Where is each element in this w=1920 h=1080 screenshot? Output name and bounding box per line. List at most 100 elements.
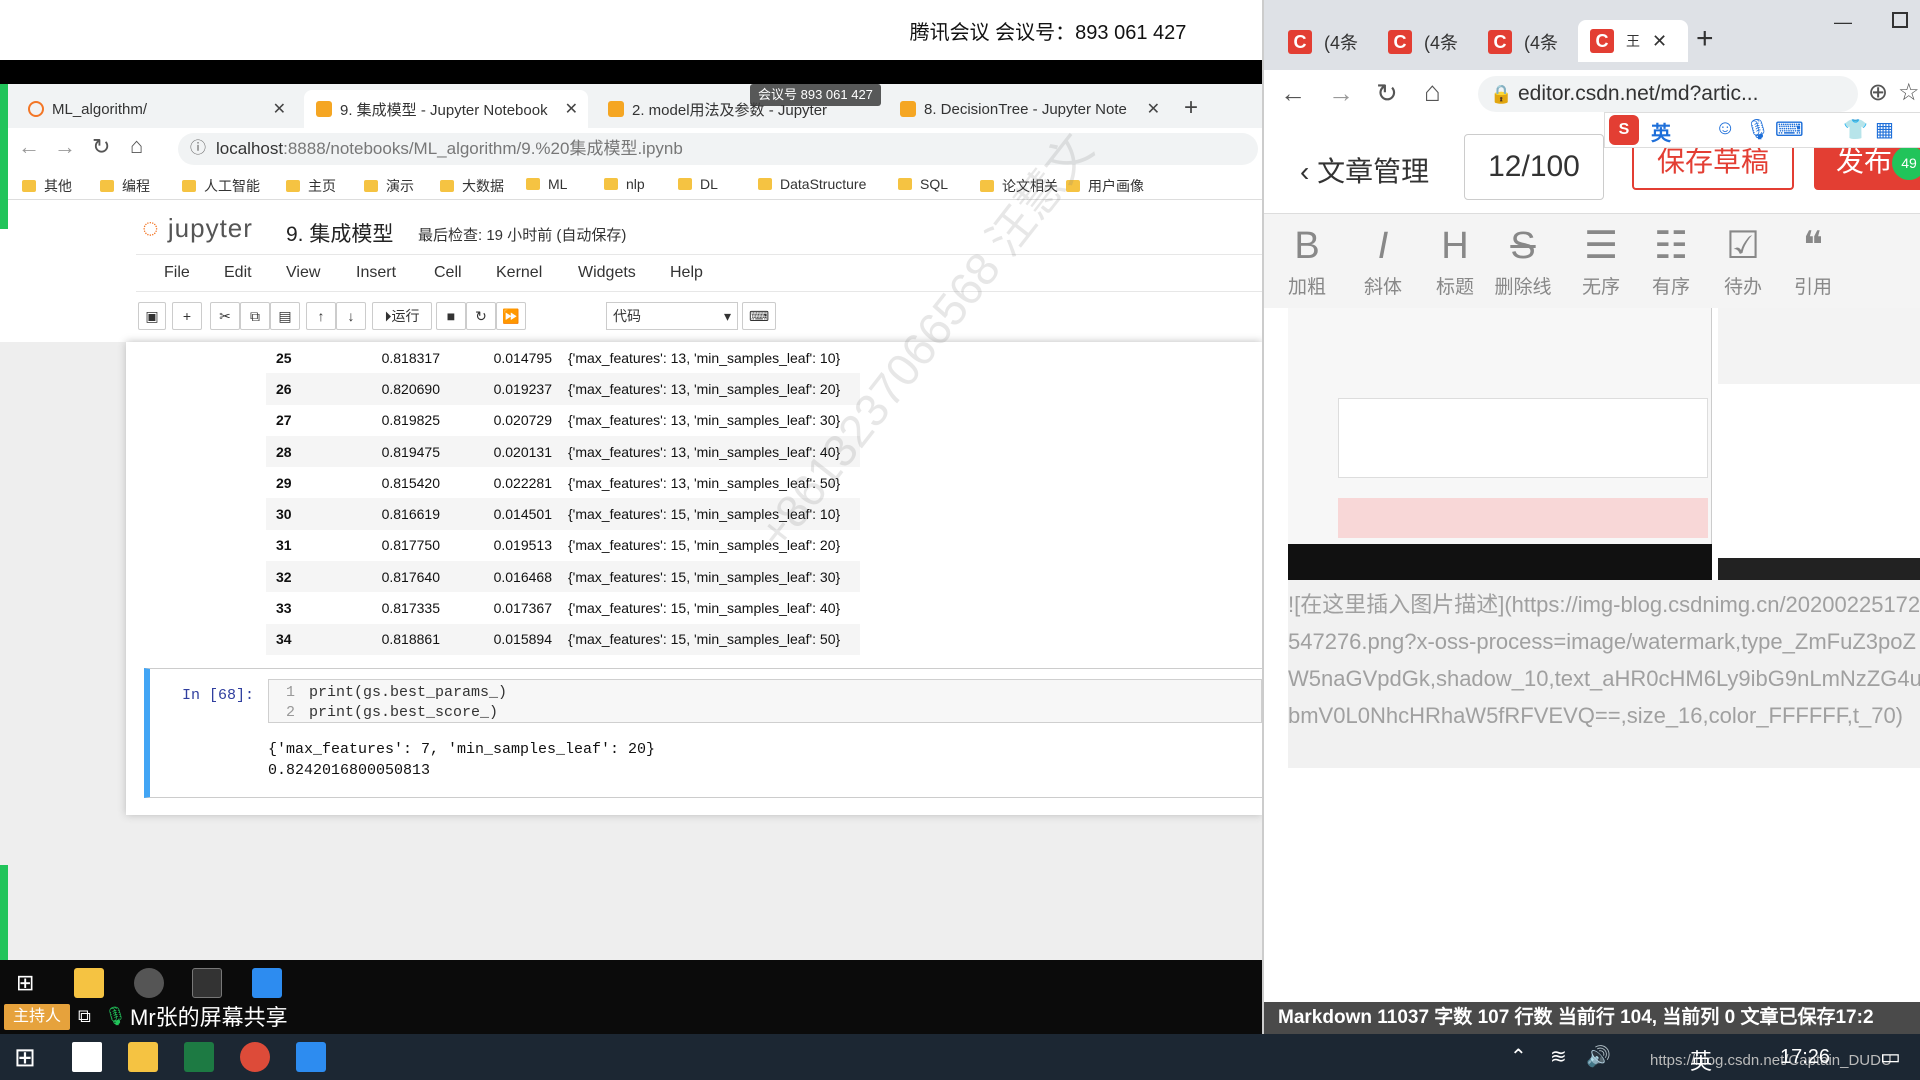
heading-button[interactable]: H 标题 xyxy=(1420,224,1490,299)
menu-view[interactable]: View xyxy=(286,264,320,282)
clock[interactable]: 17:26 xyxy=(1780,1046,1830,1069)
cell-idx: 33 xyxy=(276,600,292,617)
tab-csdn-editor[interactable]: C 王 ✕ xyxy=(1578,20,1688,62)
new-tab-button[interactable]: + xyxy=(1184,94,1198,122)
tencent-meeting-icon[interactable] xyxy=(296,1042,326,1072)
run-button[interactable]: ⏵ 运行 xyxy=(372,302,432,330)
skin-icon[interactable]: 👕 xyxy=(1843,117,1868,142)
markdown-text[interactable]: ![在这里插入图片描述](https://img-blog.csdnimg.cn… xyxy=(1288,586,1920,734)
notebook-title[interactable]: 9. 集成模型 xyxy=(286,218,393,248)
bookmark-item[interactable]: 演示 xyxy=(364,176,414,196)
voice-icon[interactable]: 🎙 xyxy=(1745,117,1770,142)
save-icon[interactable]: ▣ xyxy=(138,302,166,330)
tencent-meeting-icon[interactable] xyxy=(252,968,282,998)
notification-icon[interactable]: ▭ xyxy=(1880,1044,1901,1070)
bookmark-item[interactable]: 大数据 xyxy=(440,176,504,196)
menu-help[interactable]: Help xyxy=(670,264,703,282)
move-down-icon[interactable]: ↓ xyxy=(336,302,366,330)
menu-kernel[interactable]: Kernel xyxy=(496,264,542,282)
unordered-list-button[interactable]: ☰ 无序 xyxy=(1566,224,1636,299)
code-cell[interactable]: In [68]: 1 print(gs.best_params_) 2 prin… xyxy=(144,668,1262,798)
home-icon[interactable]: ⌂ xyxy=(130,133,143,159)
forward-icon[interactable]: → xyxy=(54,134,76,160)
menu-file[interactable]: File xyxy=(164,264,190,282)
mail-icon[interactable] xyxy=(72,1042,102,1072)
bookmark-item[interactable]: 主页 xyxy=(286,176,336,196)
tab-csdn-2[interactable]: C (4条 xyxy=(1388,24,1458,60)
bookmark-item[interactable]: 编程 xyxy=(100,176,150,196)
keyboard-icon[interactable]: ⌨ xyxy=(1775,117,1804,142)
bookmark-item[interactable]: 人工智能 xyxy=(182,176,260,196)
minimize-icon[interactable]: — xyxy=(1834,12,1852,33)
menu-cell[interactable]: Cell xyxy=(434,264,462,282)
bookmark-item[interactable]: DL xyxy=(678,176,718,192)
close-icon[interactable]: ✕ xyxy=(273,99,286,119)
menu-insert[interactable]: Insert xyxy=(356,264,396,282)
code-editor[interactable]: 1 print(gs.best_params_) 2 print(gs.best… xyxy=(268,679,1262,723)
new-tab-button[interactable]: + xyxy=(1696,22,1714,56)
close-icon[interactable]: ✕ xyxy=(565,99,578,119)
bold-button[interactable]: B 加粗 xyxy=(1272,224,1342,299)
reload-icon[interactable]: ↻ xyxy=(92,134,110,160)
ime-language[interactable]: 英 xyxy=(1651,117,1671,146)
strikethrough-button[interactable]: S 删除线 xyxy=(1488,224,1558,299)
chrome-icon[interactable] xyxy=(134,968,164,998)
zoom-icon[interactable]: ⊕ xyxy=(1868,78,1888,107)
back-icon[interactable]: ← xyxy=(18,134,40,160)
copy-icon[interactable]: ⧉ xyxy=(240,302,270,330)
tab-csdn-3[interactable]: C (4条 xyxy=(1488,24,1558,60)
terminal-icon[interactable] xyxy=(192,968,222,998)
close-icon[interactable]: ✕ xyxy=(1147,99,1160,119)
bookmark-item[interactable]: SQL xyxy=(898,176,948,192)
forward-icon[interactable]: → xyxy=(1328,78,1354,109)
file-explorer-icon[interactable] xyxy=(128,1042,158,1072)
tab-ml-algorithm[interactable]: ML_algorithm/ ✕ xyxy=(16,90,296,128)
screen-share-icon: ⧉ xyxy=(78,1006,91,1026)
star-icon[interactable]: ☆ xyxy=(1898,78,1920,107)
todo-button[interactable]: ☑ 待办 xyxy=(1708,224,1778,299)
tab-ensemble-notebook[interactable]: 9. 集成模型 - Jupyter Notebook ✕ xyxy=(304,90,588,128)
volume-icon[interactable]: 🔊 xyxy=(1586,1044,1611,1069)
quote-button[interactable]: ❝ 引用 xyxy=(1778,224,1848,299)
keyboard-icon[interactable]: ⌨ xyxy=(742,302,776,330)
stop-icon[interactable]: ■ xyxy=(436,302,466,330)
address-bar[interactable]: 🔒 editor.csdn.net/md?artic... xyxy=(1478,76,1858,112)
emoji-icon[interactable]: ☺ xyxy=(1715,117,1735,140)
taskbar-ime[interactable]: 英 xyxy=(1690,1044,1712,1076)
wifi-icon[interactable]: ≋ xyxy=(1550,1044,1567,1069)
bookmark-item[interactable]: nlp xyxy=(604,176,645,192)
tab-decision-tree[interactable]: 8. DecisionTree - Jupyter Note ✕ xyxy=(888,90,1170,128)
home-icon[interactable]: ⌂ xyxy=(1424,76,1441,108)
excel-icon[interactable] xyxy=(184,1042,214,1072)
back-icon[interactable]: ← xyxy=(1280,78,1306,109)
menu-widgets[interactable]: Widgets xyxy=(578,264,636,282)
article-manage-link[interactable]: ‹ 文章管理 xyxy=(1300,150,1429,190)
menu-edit[interactable]: Edit xyxy=(224,264,252,282)
grid-icon[interactable]: ▦ xyxy=(1875,117,1894,142)
bookmark-item[interactable]: 其他 xyxy=(22,176,72,196)
windows-start-icon[interactable]: ⊞ xyxy=(16,970,34,996)
sogou-icon[interactable]: S xyxy=(1609,115,1639,145)
paste-icon[interactable]: ▤ xyxy=(270,302,300,330)
reload-icon[interactable]: ↻ xyxy=(1376,78,1398,109)
maximize-icon[interactable] xyxy=(1892,12,1908,28)
ordered-list-button[interactable]: ☷ 有序 xyxy=(1636,224,1706,299)
move-up-icon[interactable]: ↑ xyxy=(306,302,336,330)
jupyter-logo[interactable]: ◌ jupyter xyxy=(142,212,253,244)
bookmark-item[interactable]: DataStructure xyxy=(758,176,866,192)
bookmark-item[interactable]: ML xyxy=(526,176,567,192)
italic-button[interactable]: I 斜体 xyxy=(1348,224,1418,299)
insert-cell-button[interactable]: + xyxy=(172,302,202,330)
close-icon[interactable]: ✕ xyxy=(1652,31,1667,52)
chevron-up-icon[interactable]: ⌃ xyxy=(1510,1044,1527,1069)
chrome-icon[interactable] xyxy=(240,1042,270,1072)
info-icon[interactable]: ⓘ xyxy=(190,133,206,165)
windows-start-icon[interactable]: ⊞ xyxy=(14,1042,36,1073)
cell-type-select[interactable]: 代码 ▾ xyxy=(606,302,738,330)
markdown-editor[interactable]: ![在这里插入图片描述](https://img-blog.csdnimg.cn… xyxy=(1288,308,1920,768)
fast-forward-icon[interactable]: ⏩ xyxy=(496,302,526,330)
tab-csdn-1[interactable]: C (4条 xyxy=(1288,24,1358,60)
file-explorer-icon[interactable] xyxy=(74,968,104,998)
cut-icon[interactable]: ✂ xyxy=(210,302,240,330)
restart-icon[interactable]: ↻ xyxy=(466,302,496,330)
